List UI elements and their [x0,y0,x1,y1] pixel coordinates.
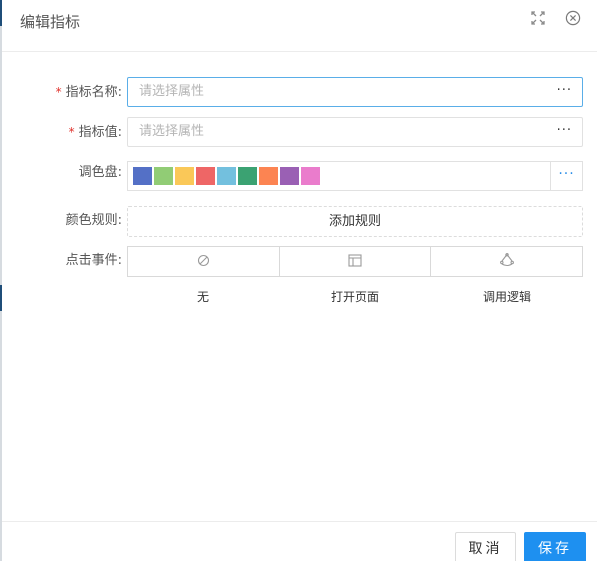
event-option-call-logic[interactable] [430,247,582,276]
add-rule-button[interactable]: 添加规则 [127,206,583,237]
indicator-name-label-text: 指标名称: [65,85,122,100]
indicator-value-more-button[interactable]: ··· [557,118,572,144]
palette-swatches [133,167,320,185]
close-circle-icon[interactable] [564,9,582,27]
indicator-value-label: * 指标值: [22,117,122,147]
required-mark: * [68,125,75,139]
indicator-name-more-button[interactable]: ··· [557,78,572,104]
save-button[interactable]: 保存 [524,532,586,561]
event-label-none: 无 [196,290,209,304]
click-event-label: 点击事件: [65,253,122,268]
indicator-value-label-text: 指标值: [78,125,122,140]
dialog-title: 编辑指标 [20,13,81,31]
cancel-button[interactable]: 取消 [455,532,516,561]
indicator-name-placeholder: 请选择属性 [139,84,205,99]
color-swatch[interactable] [217,167,236,185]
indicator-value-field[interactable]: 请选择属性 ··· [127,117,583,147]
indicator-value-placeholder: 请选择属性 [139,124,205,139]
palette-more-button[interactable]: ··· [550,162,582,190]
color-rules-label: 颜色规则: [65,213,122,228]
logic-icon [499,252,515,271]
edit-indicator-dialog: 编辑指标 *指标名称: 请选择属性 ··· *指标值: 请选择属性 ··· [2,0,597,561]
indicator-name-label: * 指标名称: [22,77,122,107]
event-label-call-logic: 调用逻辑 [482,290,531,304]
color-swatch[interactable] [301,167,320,185]
event-label-open-page: 打开页面 [330,290,379,304]
color-swatch[interactable] [238,167,257,185]
palette-label: 调色盘: [78,165,122,180]
color-swatch[interactable] [280,167,299,185]
dialog-footer: 取消 保存 [2,521,597,561]
dialog-header: 编辑指标 [2,0,597,52]
indicator-name-field[interactable]: 请选择属性 ··· [127,77,583,107]
ban-icon [197,252,210,271]
color-swatch[interactable] [196,167,215,185]
color-swatch[interactable] [133,167,152,185]
color-swatch[interactable] [154,167,173,185]
page-layout-icon [348,252,362,271]
event-option-none[interactable] [128,247,279,276]
color-swatch[interactable] [175,167,194,185]
color-swatch[interactable] [259,167,278,185]
click-event-options [127,246,583,277]
fullscreen-icon[interactable] [529,9,547,27]
required-mark: * [55,85,62,99]
click-event-labels: 无 打开页面 调用逻辑 [127,288,583,306]
color-palette[interactable]: ··· [127,161,583,191]
event-option-open-page[interactable] [278,247,431,276]
